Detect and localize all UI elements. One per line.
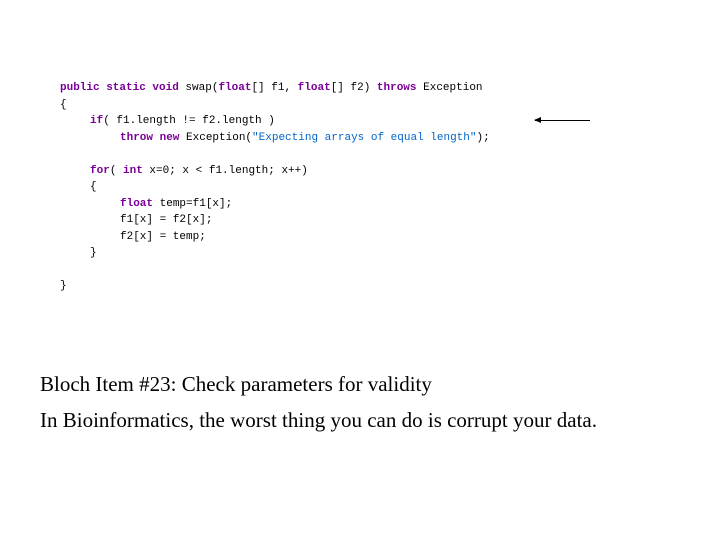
code-token: "Expecting arrays of equal length" [252,132,476,144]
code-token: float [218,82,251,94]
code-token: Exception( [179,132,252,144]
code-line: { [60,97,490,114]
code-token: float [298,82,331,94]
code-line: f2[x] = temp; [60,229,490,246]
code-token: public static void [60,82,179,94]
code-token: x=0; x < f1.length; x++) [143,165,308,177]
code-token: [] f1, [251,82,297,94]
code-line: { [60,179,490,196]
code-token: [] f2) [331,82,377,94]
code-token: float [120,198,153,210]
caption-line-2: In Bioinformatics, the worst thing you c… [40,408,597,433]
code-token: ); [476,132,489,144]
code-token: for [90,165,110,177]
code-token: Exception [417,82,483,94]
caption-line-1: Bloch Item #23: Check parameters for val… [40,372,432,397]
code-token: temp=f1[x]; [153,198,232,210]
code-token: swap( [179,82,219,94]
code-token: if [90,115,103,127]
code-token: throw new [120,132,179,144]
code-token: ( [110,165,123,177]
code-snippet: public static void swap(float[] f1, floa… [60,80,490,295]
code-token: throws [377,82,417,94]
code-line: } [60,278,490,295]
code-line: } [60,245,490,262]
code-line: f1[x] = f2[x]; [60,212,490,229]
code-token: int [123,165,143,177]
code-token: ( f1.length != f2.length ) [103,115,275,127]
arrow-annotation [535,120,590,121]
